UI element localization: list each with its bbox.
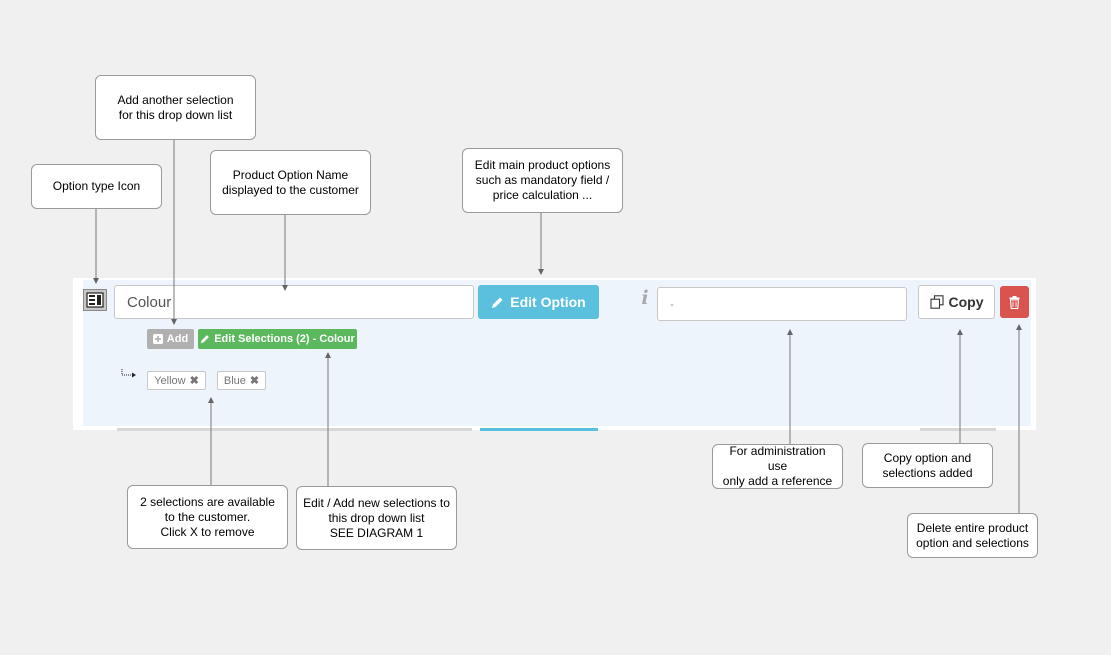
leader-arrows — [93, 140, 1022, 513]
